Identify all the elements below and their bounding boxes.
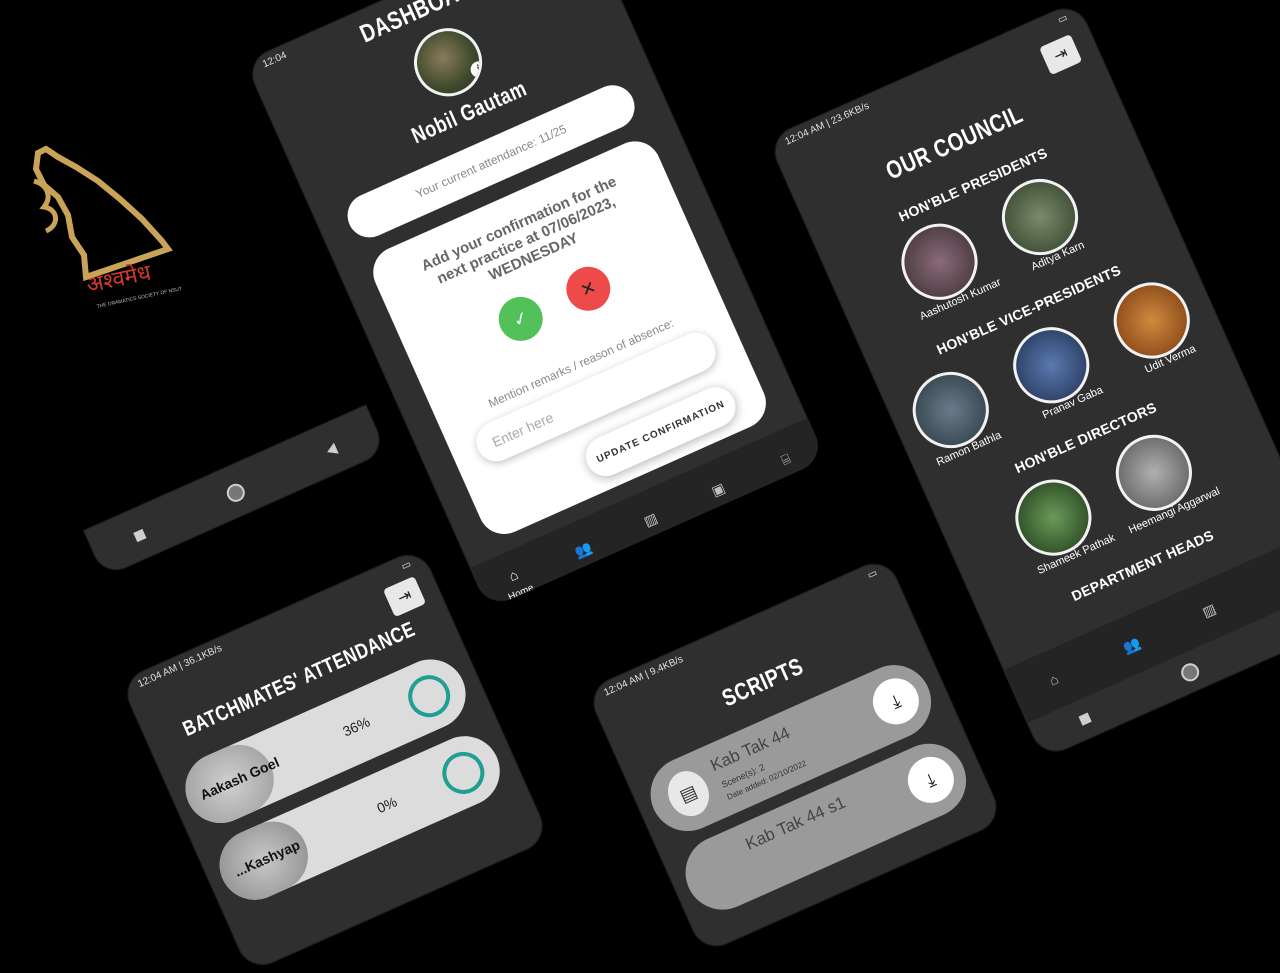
accept-button[interactable]: ✓ — [491, 289, 550, 348]
download-icon: ⤓ — [887, 690, 904, 712]
attendance-screen: 12:04 AM | 36.1KB/s ▭ ⇥ BATCHMATES' ATTEN… — [119, 546, 551, 973]
member-percent: 36% — [340, 713, 373, 740]
dashboard-screen: 12:04 DASHBOARD i Nobil Gautam Your curr… — [243, 0, 827, 610]
bank-icon[interactable]: ⌸ — [767, 441, 804, 478]
check-icon: ✓ — [509, 306, 532, 331]
back-nav-icon[interactable] — [324, 442, 339, 458]
recents-nav-icon[interactable] — [133, 528, 147, 543]
status-left: 12:04 AM | 36.1KB/s — [136, 642, 224, 690]
image-icon[interactable]: ▨ — [632, 501, 669, 538]
progress-ring-icon — [435, 745, 492, 801]
recents-nav-icon[interactable] — [1078, 712, 1092, 726]
home-nav-icon[interactable] — [223, 480, 248, 505]
reject-button[interactable]: ✕ — [559, 259, 618, 318]
nav-home[interactable]: ⌂ Home — [495, 556, 536, 603]
remarks-placeholder: Enter here — [489, 409, 556, 451]
briefcase-icon[interactable]: ▣ — [1268, 557, 1280, 594]
people-icon[interactable]: 👥 — [564, 531, 601, 568]
image-icon[interactable]: ▨ — [1191, 592, 1228, 629]
battery-icon: ▭ — [865, 567, 880, 582]
scripts-screen: 12:04 AM | 9.4KB/s ▭ SCRIPTS ▤ Kab Tak 44… — [585, 555, 1005, 955]
people-icon[interactable]: 👥 — [1113, 626, 1150, 663]
briefcase-icon[interactable]: ▣ — [700, 471, 737, 508]
logo: अश्वमेध THE DRAMATICS SOCIETY OF NSUT — [28, 145, 188, 335]
status-left: 12:04 AM | 9.4KB/s — [602, 653, 685, 699]
battery-icon: ▭ — [399, 558, 413, 573]
download-icon: ⤓ — [922, 768, 939, 791]
progress-ring-icon — [401, 668, 457, 724]
close-icon: ✕ — [577, 276, 600, 301]
download-button[interactable]: ⤓ — [900, 749, 962, 811]
member-percent: 0% — [374, 793, 400, 817]
exit-icon: ⇥ — [395, 586, 415, 608]
info-icon[interactable]: i — [468, 58, 490, 81]
home-nav-icon[interactable] — [1178, 660, 1203, 685]
battery-icon: ▭ — [1056, 12, 1070, 27]
exit-button[interactable]: ⇥ — [1039, 33, 1083, 76]
download-button[interactable]: ⤓ — [865, 670, 927, 732]
phone-fragment — [82, 404, 388, 578]
document-icon: ▤ — [660, 764, 717, 823]
exit-icon: ⇥ — [1051, 44, 1071, 66]
status-left: 12:04 AM | 23.6KB/s — [783, 100, 872, 148]
home-icon[interactable]: ⌂ — [1035, 661, 1072, 698]
